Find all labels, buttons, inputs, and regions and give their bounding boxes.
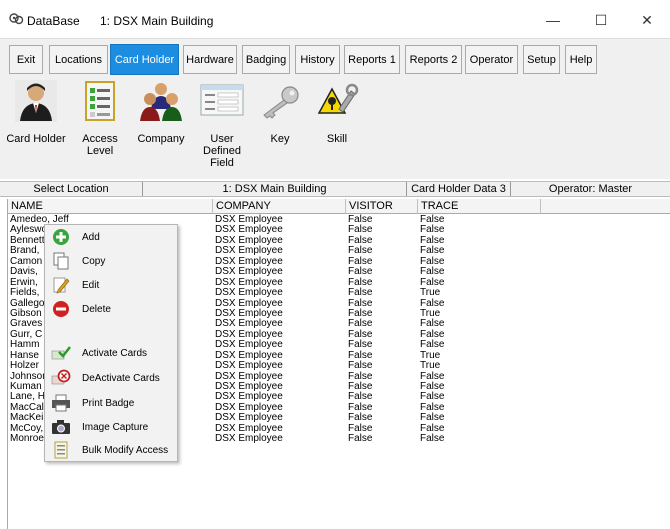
card-holder-icon [15, 80, 57, 122]
toolbar: Card Holder Access Level Company User De… [0, 75, 670, 179]
tab-operator[interactable]: Operator [465, 45, 518, 74]
context-menu-image-capture-label: Image Capture [82, 421, 149, 433]
context-menu-delete[interactable]: Delete [45, 298, 177, 320]
cell-company: DSX Employee [215, 287, 283, 299]
context-menu-edit-label: Edit [82, 279, 100, 291]
context-menu: Add Copy Edit Delete Activate Cards DeAc… [44, 224, 178, 462]
context-menu-activate-cards[interactable]: Activate Cards [45, 342, 177, 364]
context-menu-print-badge[interactable]: Print Badge [45, 392, 177, 414]
cell-visitor: False [348, 433, 373, 445]
toolbar-card-holder-button[interactable]: Card Holder [6, 79, 66, 145]
cell-name: Fields, [10, 287, 40, 299]
column-header-company[interactable]: COMPANY [213, 199, 346, 214]
tab-hardware[interactable]: Hardware [183, 45, 237, 74]
cell-visitor: False [348, 360, 373, 372]
toolbar-access-level-label: Access Level [82, 133, 118, 157]
toolbar-company-label: Company [137, 133, 185, 145]
toolbar-key-button[interactable]: Key [254, 79, 306, 145]
toolbar-skill-button[interactable]: Skill [312, 79, 362, 145]
toolbar-user-defined-field-label: User Defined Field [203, 133, 241, 169]
context-menu-copy[interactable]: Copy [45, 250, 177, 272]
toolbar-skill-label: Skill [326, 133, 348, 145]
cell-trace: False [420, 433, 445, 445]
close-button[interactable]: ✕ [624, 6, 670, 34]
print-badge-icon [52, 394, 70, 412]
title-bar: DataBase 1: DSX Main Building — ☐ ✕ [0, 0, 670, 38]
cell-visitor: False [348, 287, 373, 299]
tab-history[interactable]: History [295, 45, 340, 74]
skill-icon [317, 83, 359, 114]
app-icon [9, 13, 24, 25]
select-location-button[interactable]: Select Location [0, 182, 143, 196]
tab-badging[interactable]: Badging [242, 45, 290, 74]
minimize-button[interactable]: — [530, 6, 576, 34]
tab-reports-2[interactable]: Reports 2 [405, 45, 462, 74]
toolbar-access-level-button[interactable]: Access Level [72, 79, 128, 157]
add-icon [53, 229, 69, 245]
context-menu-image-capture[interactable]: Image Capture [45, 416, 177, 438]
tab-card-holder[interactable]: Card Holder [110, 44, 179, 75]
context-menu-copy-label: Copy [82, 255, 106, 267]
delete-icon [53, 301, 69, 317]
context-menu-add-label: Add [82, 231, 100, 243]
menu-tab-bar: Exit Locations Card Holder Hardware Badg… [0, 38, 670, 75]
column-header-trace[interactable]: TRACE [418, 199, 541, 214]
cell-name: Holzer [10, 360, 39, 372]
toolbar-company-button[interactable]: Company [132, 79, 190, 145]
tab-exit[interactable]: Exit [9, 45, 43, 74]
window-location-title: 1: DSX Main Building [100, 14, 214, 28]
toolbar-card-holder-label: Card Holder [6, 133, 66, 145]
context-menu-add[interactable]: Add [45, 226, 177, 248]
column-header-visitor[interactable]: VISITOR [346, 199, 418, 214]
toolbar-key-label: Key [270, 133, 290, 145]
minimize-icon: — [546, 12, 560, 28]
context-menu-bulk-modify-access-label: Bulk Modify Access [82, 444, 169, 456]
cell-trace: True [420, 287, 441, 299]
column-header-name[interactable]: NAME [8, 199, 213, 214]
context-menu-deactivate-cards[interactable]: DeActivate Cards [45, 367, 177, 389]
operator-display: Operator: Master [548, 183, 633, 195]
close-icon: ✕ [641, 11, 653, 28]
tab-locations[interactable]: Locations [49, 45, 108, 74]
deactivate-cards-icon [51, 369, 71, 385]
key-icon [263, 86, 299, 119]
record-counter: Card Holder Data 3 [407, 182, 511, 196]
activate-cards-icon [51, 346, 71, 360]
company-icon [140, 83, 182, 121]
maximize-icon: ☐ [594, 11, 608, 28]
status-strip: Select Location 1: DSX Main Building Car… [0, 181, 670, 197]
context-menu-edit[interactable]: Edit [45, 274, 177, 296]
context-menu-bulk-modify-access[interactable]: Bulk Modify Access [45, 439, 177, 461]
cell-company: DSX Employee [215, 433, 283, 445]
edit-icon [53, 277, 70, 294]
context-menu-print-badge-label: Print Badge [82, 397, 135, 409]
window-title: DataBase [27, 14, 80, 28]
context-menu-deactivate-cards-label: DeActivate Cards [82, 372, 160, 384]
context-menu-activate-cards-label: Activate Cards [82, 347, 148, 359]
bulk-modify-access-icon [54, 441, 68, 459]
tab-setup[interactable]: Setup [523, 45, 560, 74]
copy-icon [53, 252, 69, 270]
maximize-button[interactable]: ☐ [578, 6, 624, 34]
image-capture-icon [52, 420, 70, 434]
tab-help[interactable]: Help [565, 45, 597, 74]
access-level-icon [85, 81, 115, 121]
current-location-display: 1: DSX Main Building [143, 182, 407, 196]
grid-header: NAME COMPANY VISITOR TRACE [8, 199, 670, 214]
toolbar-user-defined-field-button[interactable]: User Defined Field [192, 79, 252, 169]
cell-company: DSX Employee [215, 360, 283, 372]
context-menu-delete-label: Delete [82, 303, 111, 315]
tab-reports-1[interactable]: Reports 1 [344, 45, 400, 74]
cell-trace: True [420, 360, 441, 372]
user-defined-field-icon [200, 84, 244, 116]
